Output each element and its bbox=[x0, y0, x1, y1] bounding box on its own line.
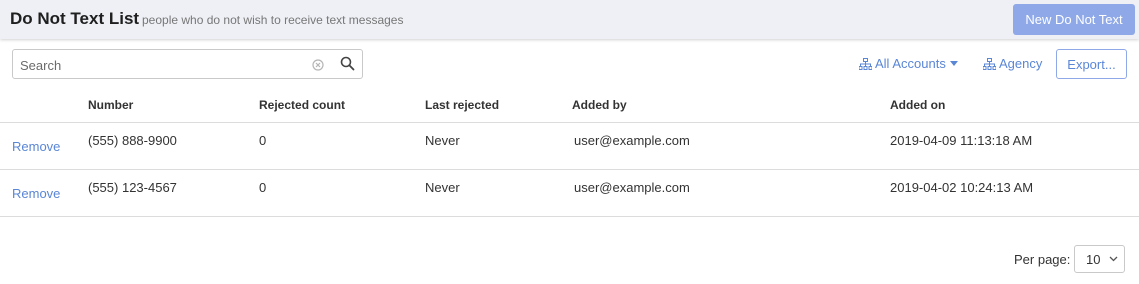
row-divider bbox=[0, 216, 1139, 217]
per-page-select[interactable]: 10 bbox=[1074, 245, 1125, 273]
cell-added-on: 2019-04-09 11:13:18 AM bbox=[890, 133, 1033, 148]
cell-added-on: 2019-04-02 10:24:13 AM bbox=[890, 180, 1034, 195]
cell-added-by: user@example.com bbox=[574, 133, 690, 148]
remove-link[interactable]: Remove bbox=[12, 186, 60, 201]
hierarchy-icon bbox=[983, 57, 996, 70]
page-subtitle: people who do not wish to receive text m… bbox=[142, 13, 404, 27]
hierarchy-icon bbox=[859, 57, 872, 70]
header-divider bbox=[0, 122, 1139, 123]
column-header-added-by[interactable]: Added by bbox=[572, 98, 627, 112]
cell-rejected-count: 0 bbox=[259, 180, 267, 195]
cell-number: (555) 888-9900 bbox=[88, 133, 177, 148]
clear-icon[interactable] bbox=[312, 58, 324, 71]
cell-added-by: user@example.com bbox=[574, 180, 690, 195]
column-header-added-on[interactable]: Added on bbox=[890, 98, 945, 112]
agency-button[interactable]: Agency bbox=[983, 56, 1042, 71]
column-header-rejected-count[interactable]: Rejected count bbox=[259, 98, 345, 112]
all-accounts-dropdown[interactable]: All Accounts bbox=[859, 56, 958, 71]
page-title: Do Not Text List bbox=[10, 9, 140, 28]
row-divider bbox=[0, 169, 1139, 170]
caret-down-icon bbox=[949, 61, 958, 66]
agency-label: Agency bbox=[999, 56, 1043, 71]
per-page-label: Per page: bbox=[1014, 252, 1071, 267]
page-header: Do Not Text List people who do not wish … bbox=[0, 0, 1139, 39]
chevron-down-icon bbox=[1109, 256, 1118, 262]
remove-link[interactable]: Remove bbox=[12, 139, 60, 154]
cell-number: (555) 123-4567 bbox=[88, 180, 177, 195]
new-do-not-text-button[interactable]: New Do Not Text bbox=[1013, 4, 1135, 35]
cell-last-rejected: Never bbox=[425, 133, 460, 148]
column-header-last-rejected[interactable]: Last rejected bbox=[425, 98, 499, 112]
per-page-value: 10 bbox=[1086, 251, 1101, 267]
cell-last-rejected: Never bbox=[425, 180, 460, 195]
cell-rejected-count: 0 bbox=[259, 133, 267, 148]
search-icon[interactable] bbox=[340, 56, 355, 71]
search-box[interactable] bbox=[12, 49, 363, 79]
export-button[interactable]: Export... bbox=[1056, 49, 1127, 79]
search-input[interactable] bbox=[20, 56, 300, 74]
column-header-number[interactable]: Number bbox=[88, 98, 133, 112]
all-accounts-label: All Accounts bbox=[875, 56, 946, 71]
